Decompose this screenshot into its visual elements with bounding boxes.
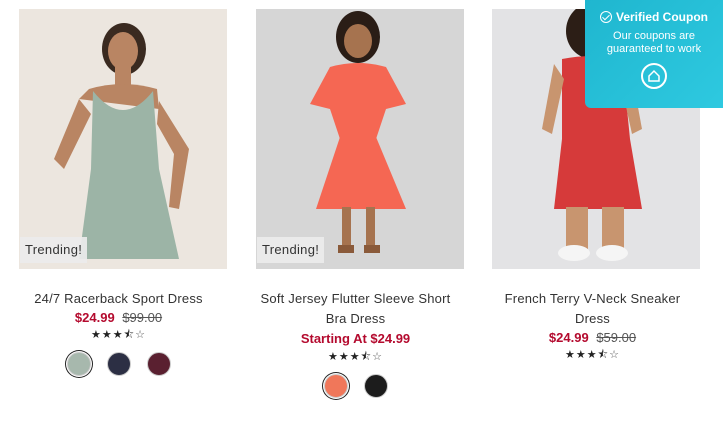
model-illustration — [310, 11, 406, 253]
original-price: $59.00 — [596, 330, 637, 345]
product-title[interactable]: 24/7 Racerback Sport Dress — [0, 289, 237, 309]
empty-star-icon: ☆ — [609, 349, 620, 361]
check-circle-icon — [599, 11, 612, 23]
price-row: $24.99 $59.00 — [474, 329, 711, 347]
product-image[interactable]: Trending! — [19, 9, 227, 269]
empty-star-icon: ☆ — [372, 351, 383, 363]
coupon-header: Verified Coupon — [585, 10, 723, 24]
color-swatches — [237, 374, 474, 398]
star-rating: ★★★⯪☆ — [91, 329, 146, 341]
price-row: $24.99 $99.00 — [0, 309, 237, 327]
product-image[interactable]: Trending! — [256, 9, 464, 269]
model-illustration — [54, 23, 189, 259]
swatch-sage[interactable] — [66, 352, 91, 376]
product-title[interactable]: Soft Jersey Flutter Sleeve Short Bra Dre… — [237, 289, 474, 329]
swatch-coral[interactable] — [323, 374, 348, 398]
original-price: $99.00 — [122, 310, 163, 325]
trending-badge: Trending! — [257, 237, 325, 263]
half-star-icon: ⯪ — [123, 329, 136, 341]
swatch-navy[interactable] — [106, 352, 131, 376]
half-star-icon: ⯪ — [360, 351, 373, 363]
sale-price: $24.99 — [74, 310, 115, 325]
trending-badge: Trending! — [20, 237, 88, 263]
swatch-black[interactable] — [363, 374, 388, 398]
color-swatches — [0, 352, 237, 376]
coupon-logo-icon[interactable] — [641, 63, 667, 89]
coupon-title: Verified Coupon — [615, 10, 708, 24]
starting-price: Starting At $24.99 — [300, 331, 411, 346]
half-star-icon: ⯪ — [597, 349, 610, 361]
star-rating: ★★★⯪☆ — [565, 349, 620, 361]
verified-coupon-popup[interactable]: Verified Coupon Our coupons are guarante… — [585, 0, 723, 108]
empty-star-icon: ☆ — [135, 329, 146, 341]
swatch-burgundy[interactable] — [146, 352, 171, 376]
star-rating: ★★★⯪☆ — [328, 351, 383, 363]
sale-price: $24.99 — [548, 330, 589, 345]
coupon-subtitle: Our coupons are guaranteed to work — [606, 30, 702, 55]
product-title[interactable]: French Terry V-Neck Sneaker Dress — [474, 289, 711, 329]
